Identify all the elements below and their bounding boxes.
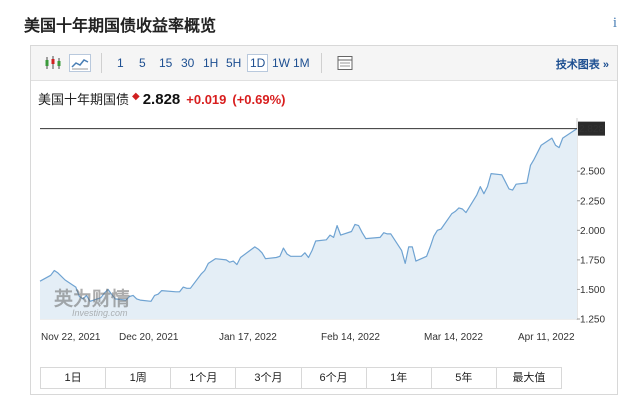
x-tick-label: Nov 22, 2021 bbox=[41, 332, 101, 343]
x-tick-label: Apr 11, 2022 bbox=[518, 332, 575, 343]
y-tick-label: 2.000 bbox=[580, 226, 605, 237]
range-6m-button[interactable]: 6个月 bbox=[302, 368, 367, 388]
range-5y-button[interactable]: 5年 bbox=[432, 368, 497, 388]
range-1y-button[interactable]: 1年 bbox=[367, 368, 432, 388]
x-tick-label: Jan 17, 2022 bbox=[219, 332, 277, 343]
range-selector: 1日 1周 1个月 3个月 6个月 1年 5年 最大值 bbox=[40, 367, 562, 389]
range-1m-button[interactable]: 1个月 bbox=[171, 368, 237, 388]
range-1w-button[interactable]: 1周 bbox=[106, 368, 172, 388]
last-value-label: 2.828 bbox=[579, 124, 604, 135]
x-tick-label: Mar 14, 2022 bbox=[424, 332, 483, 343]
range-3m-button[interactable]: 3个月 bbox=[236, 368, 302, 388]
watermark-en: Investing.com bbox=[72, 308, 128, 318]
y-tick-label: 1.500 bbox=[580, 285, 605, 296]
y-tick-label: 2.250 bbox=[580, 196, 605, 207]
x-tick-label: Dec 20, 2021 bbox=[119, 332, 179, 343]
range-max-button[interactable]: 最大值 bbox=[497, 368, 561, 388]
range-1d-button[interactable]: 1日 bbox=[41, 368, 107, 388]
y-tick-label: 1.750 bbox=[580, 255, 605, 266]
x-tick-label: Feb 14, 2022 bbox=[321, 332, 380, 343]
y-tick-label: 1.250 bbox=[580, 315, 605, 326]
yield-chart: 2.828 2.500 2.250 2.000 1.750 1.500 1.250 Nov 2… bbox=[39, 118, 605, 343]
y-tick-label: 2.500 bbox=[580, 167, 605, 178]
watermark-cn: 英为财情 bbox=[54, 287, 130, 310]
